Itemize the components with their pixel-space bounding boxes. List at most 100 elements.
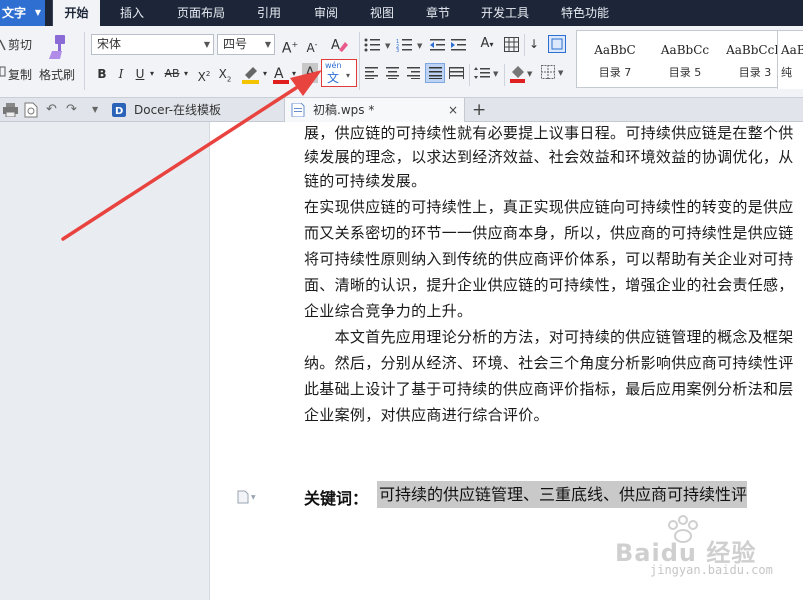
svg-text:▼: ▼ — [417, 42, 423, 50]
docer-icon: D — [112, 103, 126, 117]
tab-home[interactable]: 开始 — [52, 0, 100, 26]
format-painter-icon[interactable] — [46, 34, 68, 60]
paragraph-shading-icon[interactable]: ▼ — [509, 64, 535, 84]
distribute-icon[interactable] — [449, 67, 465, 79]
divider — [469, 64, 470, 86]
tab-review[interactable]: 审阅 — [302, 0, 350, 26]
style-name: 纯 — [781, 66, 792, 79]
chevron-down-icon[interactable]: ▾ — [290, 64, 298, 84]
increase-indent-icon[interactable] — [451, 38, 467, 52]
show-hide-icon[interactable] — [548, 35, 566, 53]
style-name: 目录 5 — [668, 66, 702, 79]
redo-icon[interactable]: ↷ — [66, 98, 80, 122]
style-sample: AaBbCc — [660, 43, 710, 57]
svg-text:A: A — [331, 38, 340, 53]
chevron-down-icon[interactable]: ▾ — [148, 64, 156, 84]
chevron-down-icon[interactable]: ▾ — [182, 64, 190, 84]
decrease-indent-icon[interactable] — [430, 38, 446, 52]
close-icon[interactable]: × — [448, 98, 458, 122]
sort-icon[interactable]: ↓ — [527, 34, 541, 54]
ribbon-toolbar: 剪切 复制 格式刷 宋体 ▼ 四号 ▼ A+ A- A B I U ▾ AB ▾ — [0, 26, 803, 98]
copy-button[interactable]: 复制 — [8, 66, 32, 83]
format-painter-button[interactable]: 格式刷 — [39, 66, 75, 83]
numbered-list-icon[interactable]: 1 2 3 ▼ — [396, 38, 426, 52]
tab-view[interactable]: 视图 — [358, 0, 406, 26]
justify-button[interactable] — [425, 63, 445, 83]
text-line: 在实现供应链的可持续性上，真正实现供应链向可持续性的转变的是供应 — [304, 198, 794, 216]
align-left-icon[interactable] — [365, 67, 379, 79]
table-grid-icon[interactable] — [504, 37, 520, 53]
chevron-down-icon[interactable]: ▼ — [92, 98, 102, 122]
svg-text:A: A — [274, 66, 284, 82]
chevron-down-icon[interactable]: ▾ — [346, 66, 350, 86]
italic-icon[interactable]: I — [114, 64, 128, 84]
text-line: 续发展的理念，以求达到经济效益、社会效益和环境效益的协调优化，从 — [304, 148, 794, 166]
svg-text:▼: ▼ — [493, 70, 499, 78]
highlight-icon[interactable] — [241, 63, 261, 85]
superscript-icon[interactable]: X2 — [196, 64, 212, 84]
style-plain[interactable]: AaBb 纯 — [777, 31, 803, 89]
character-shading-icon[interactable]: A — [302, 63, 318, 83]
divider — [504, 64, 505, 86]
style-toc-5[interactable]: AaBbCc 目录 5 — [651, 31, 719, 89]
text-line: 企业综合竞争力的上升。 — [304, 302, 473, 320]
chevron-down-icon: ▼ — [34, 8, 41, 17]
chevron-down-icon[interactable]: ▼ — [201, 35, 213, 54]
chevron-down-icon[interactable]: ▼ — [262, 35, 274, 54]
tab-label: 初稿.wps * — [313, 103, 375, 117]
app-menu-button[interactable]: 文字 ▼ — [0, 0, 45, 26]
shrink-font-icon[interactable]: A- — [303, 35, 321, 55]
font-size-combo[interactable]: 四号 ▼ — [217, 34, 275, 55]
text-line: 此基础上设计了基于可持续的供应商评价指标，最后应用案例分析法和层 — [304, 380, 794, 398]
keywords-selected-text[interactable]: 可持续的供应链管理、三重底线、供应商可持续性评 — [377, 481, 748, 508]
tab-chapter[interactable]: 章节 — [414, 0, 462, 26]
clear-format-icon[interactable]: A — [330, 36, 348, 54]
text-direction-icon[interactable]: A▾ — [474, 34, 500, 54]
left-pane — [0, 122, 210, 600]
wps-writer-window: 文字 ▼ 开始 插入 页面布局 引用 审阅 视图 章节 开发工具 特色功能 剪切… — [0, 0, 803, 600]
menu-bar: 文字 ▼ 开始 插入 页面布局 引用 审阅 视图 章节 开发工具 特色功能 — [0, 0, 803, 26]
tab-insert[interactable]: 插入 — [108, 0, 156, 26]
phonetic-guide-button[interactable]: wén 文 ▾ — [321, 59, 357, 87]
text-line: 而又关系密切的环节一一供应商本身，所以，供应商的可持续性是供应链 — [304, 224, 794, 242]
text-line: 本文首先应用理论分析的方法，对可持续的供应链管理的概念及框架 — [304, 328, 794, 346]
chevron-down-icon[interactable]: ▾ — [261, 64, 269, 84]
text-line: 链的可持续发展。 — [304, 172, 427, 190]
tab-page-layout[interactable]: 页面布局 — [168, 0, 234, 26]
keywords-label: 关键词： — [304, 489, 369, 508]
align-justify-icon — [429, 67, 442, 79]
font-color-icon[interactable]: A — [272, 63, 290, 85]
document-page[interactable]: 展，供应链的可持续性就有必要提上议事日程。可持续供应链是在整个供 续发展的理念，… — [210, 122, 803, 600]
align-center-icon[interactable] — [386, 67, 400, 79]
tab-developer[interactable]: 开发工具 — [472, 0, 538, 26]
printer-icon[interactable] — [3, 103, 19, 117]
paragraph-marker-icon[interactable]: ▼ — [237, 490, 259, 504]
tab-current-document[interactable]: 初稿.wps * × — [284, 98, 465, 122]
strikethrough-icon[interactable]: AB — [162, 64, 182, 84]
phonetic-bottom-text: 文 — [327, 71, 340, 85]
tab-label: Docer-在线模板 — [134, 103, 222, 117]
tab-special[interactable]: 特色功能 — [552, 0, 618, 26]
font-size-value: 四号 — [223, 37, 248, 51]
svg-text:D: D — [115, 106, 123, 117]
grow-font-icon[interactable]: A+ — [281, 35, 299, 57]
align-right-icon[interactable] — [407, 67, 421, 79]
bold-icon[interactable]: B — [94, 64, 110, 84]
line-spacing-icon[interactable]: ▼ — [474, 66, 502, 80]
cut-button[interactable]: 剪切 — [8, 36, 32, 53]
undo-icon[interactable]: ↶ — [46, 98, 60, 122]
style-toc-7[interactable]: AaBbC 目录 7 — [581, 31, 649, 89]
divider — [84, 32, 85, 90]
font-name-combo[interactable]: 宋体 ▼ — [91, 34, 214, 55]
document-tab-bar: ↶ ↷ ▼ D Docer-在线模板 初稿.wps * × + — [0, 98, 803, 122]
borders-icon[interactable]: ▼ — [541, 65, 567, 81]
underline-icon[interactable]: U — [132, 64, 148, 84]
text-line: 展，供应链的可持续性就有必要提上议事日程。可持续供应链是在整个供 — [304, 124, 794, 142]
bullet-list-icon[interactable]: ▼ — [364, 38, 394, 52]
tab-references[interactable]: 引用 — [245, 0, 293, 26]
tab-docer-templates[interactable]: D Docer-在线模板 — [106, 98, 281, 122]
subscript-icon[interactable]: X2 — [217, 64, 233, 84]
text-line: 纳。然后，分别从经济、环境、社会三个角度分析影响供应商可持续性评 — [304, 354, 794, 372]
new-tab-button[interactable]: + — [472, 98, 488, 122]
print-preview-icon[interactable] — [24, 102, 38, 118]
